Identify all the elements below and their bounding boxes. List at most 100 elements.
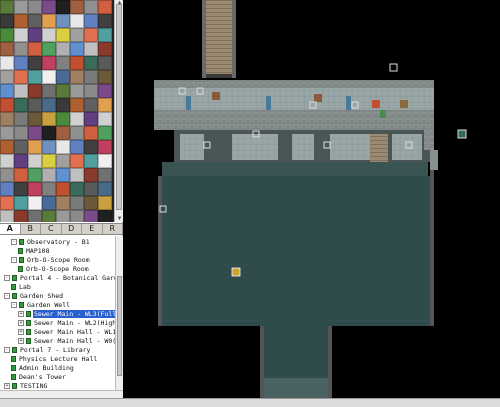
- expand-icon[interactable]: +: [18, 320, 24, 326]
- tileset-tile[interactable]: [42, 112, 56, 126]
- tileset-tile[interactable]: [28, 0, 42, 14]
- tree-item[interactable]: - Observatory - B1: [11, 238, 91, 247]
- tree-item[interactable]: - Portal 4 - Botanical Gardens: [4, 274, 115, 283]
- tileset-tile[interactable]: [14, 42, 28, 56]
- tileset-tile[interactable]: [14, 112, 28, 126]
- tileset-tile[interactable]: [0, 84, 14, 98]
- tileset-tile[interactable]: [14, 210, 28, 222]
- tileset-tile[interactable]: [42, 14, 56, 28]
- tileset-tile[interactable]: [84, 98, 98, 112]
- tileset-tile[interactable]: [0, 154, 14, 168]
- tileset-tile[interactable]: [70, 0, 84, 14]
- tileset-tile[interactable]: [14, 168, 28, 182]
- tileset-tile[interactable]: [70, 168, 84, 182]
- tileset-scrollbar[interactable]: ▲ ▼: [114, 0, 123, 222]
- tileset-tile[interactable]: [56, 168, 70, 182]
- tileset-tile[interactable]: [0, 14, 14, 28]
- tileset-tile[interactable]: [56, 98, 70, 112]
- tileset-tile[interactable]: [28, 28, 42, 42]
- tileset-tile[interactable]: [42, 154, 56, 168]
- tileset-tile[interactable]: [42, 70, 56, 84]
- tileset-tile[interactable]: [56, 154, 70, 168]
- tileset-tile[interactable]: [42, 0, 56, 14]
- tileset-tile[interactable]: [0, 56, 14, 70]
- tree-item[interactable]: - Garden Well: [11, 301, 71, 310]
- tileset-tile[interactable]: [0, 182, 14, 196]
- tab-c[interactable]: C: [41, 224, 62, 234]
- tileset-tile[interactable]: [0, 168, 14, 182]
- tab-e[interactable]: E: [82, 224, 103, 234]
- tileset-tile[interactable]: [42, 182, 56, 196]
- tileset-tile[interactable]: [70, 42, 84, 56]
- tree-item[interactable]: + TESTING: [4, 382, 48, 390]
- tileset-tile[interactable]: [14, 196, 28, 210]
- expand-icon[interactable]: +: [18, 338, 24, 344]
- tileset-tile[interactable]: [14, 126, 28, 140]
- tileset-tile[interactable]: [0, 196, 14, 210]
- tileset-tile[interactable]: [0, 112, 14, 126]
- collapse-icon[interactable]: -: [11, 257, 17, 263]
- tileset-tile[interactable]: [56, 140, 70, 154]
- tileset-tile[interactable]: [14, 70, 28, 84]
- tileset-tile[interactable]: [42, 210, 56, 222]
- tileset-tile[interactable]: [42, 84, 56, 98]
- tileset-tile[interactable]: [70, 98, 84, 112]
- tileset-tile[interactable]: [28, 154, 42, 168]
- tileset-tile[interactable]: [0, 0, 14, 14]
- tileset-tile[interactable]: [42, 98, 56, 112]
- tileset-tile[interactable]: [14, 140, 28, 154]
- tree-item[interactable]: Lab: [11, 283, 32, 292]
- tileset-tile[interactable]: [98, 112, 112, 126]
- tileset-tile[interactable]: [84, 28, 98, 42]
- tileset-tile[interactable]: [84, 0, 98, 14]
- tree-item[interactable]: + Sewer Main Hall - WL1(Mid): [18, 328, 115, 337]
- tileset-tile[interactable]: [42, 28, 56, 42]
- tileset-tile[interactable]: [42, 168, 56, 182]
- tileset-tile[interactable]: [56, 112, 70, 126]
- tree-item[interactable]: - Garden Shed: [4, 292, 64, 301]
- tileset-tile[interactable]: [0, 70, 14, 84]
- tileset-tile[interactable]: [84, 154, 98, 168]
- tileset-tile[interactable]: [84, 182, 98, 196]
- tileset-tile[interactable]: [70, 126, 84, 140]
- tab-b[interactable]: B: [21, 224, 41, 234]
- tileset-tile[interactable]: [14, 56, 28, 70]
- tileset-tile[interactable]: [98, 98, 112, 112]
- tileset-tile[interactable]: [14, 14, 28, 28]
- scroll-down-icon[interactable]: ▼: [115, 216, 124, 222]
- tab-d[interactable]: D: [62, 224, 82, 234]
- tree-item[interactable]: - Portal 7 - Library: [4, 346, 91, 355]
- tileset-tile[interactable]: [28, 126, 42, 140]
- tileset-tile[interactable]: [70, 112, 84, 126]
- collapse-icon[interactable]: -: [4, 293, 10, 299]
- tileset-tile[interactable]: [0, 98, 14, 112]
- tileset-tile[interactable]: [84, 112, 98, 126]
- tileset-tile[interactable]: [98, 42, 112, 56]
- tileset-tile[interactable]: [28, 182, 42, 196]
- tileset-tile[interactable]: [56, 42, 70, 56]
- tileset-tile[interactable]: [84, 14, 98, 28]
- tab-r[interactable]: R: [103, 224, 123, 234]
- tileset-tile[interactable]: [28, 56, 42, 70]
- tileset-tile[interactable]: [98, 196, 112, 210]
- tileset-tile[interactable]: [70, 14, 84, 28]
- tree-item[interactable]: Orb-O-Scope Room: [18, 265, 90, 274]
- tileset-scroll-thumb[interactable]: [116, 4, 122, 210]
- tab-a[interactable]: A: [0, 224, 21, 234]
- expand-icon[interactable]: +: [4, 383, 10, 389]
- tileset-tile[interactable]: [0, 140, 14, 154]
- tileset-tile[interactable]: [84, 210, 98, 222]
- tileset-tile[interactable]: [42, 196, 56, 210]
- tileset-palette[interactable]: [0, 0, 114, 222]
- tileset-tile[interactable]: [56, 56, 70, 70]
- tileset-tile[interactable]: [70, 154, 84, 168]
- tileset-tile[interactable]: [28, 196, 42, 210]
- tileset-tile[interactable]: [14, 182, 28, 196]
- tileset-tile[interactable]: [70, 56, 84, 70]
- tileset-tile[interactable]: [98, 168, 112, 182]
- expand-icon[interactable]: +: [18, 311, 24, 317]
- tileset-tile[interactable]: [14, 0, 28, 14]
- tileset-tile[interactable]: [0, 42, 14, 56]
- collapse-icon[interactable]: -: [11, 239, 17, 245]
- collapse-icon[interactable]: -: [4, 275, 10, 281]
